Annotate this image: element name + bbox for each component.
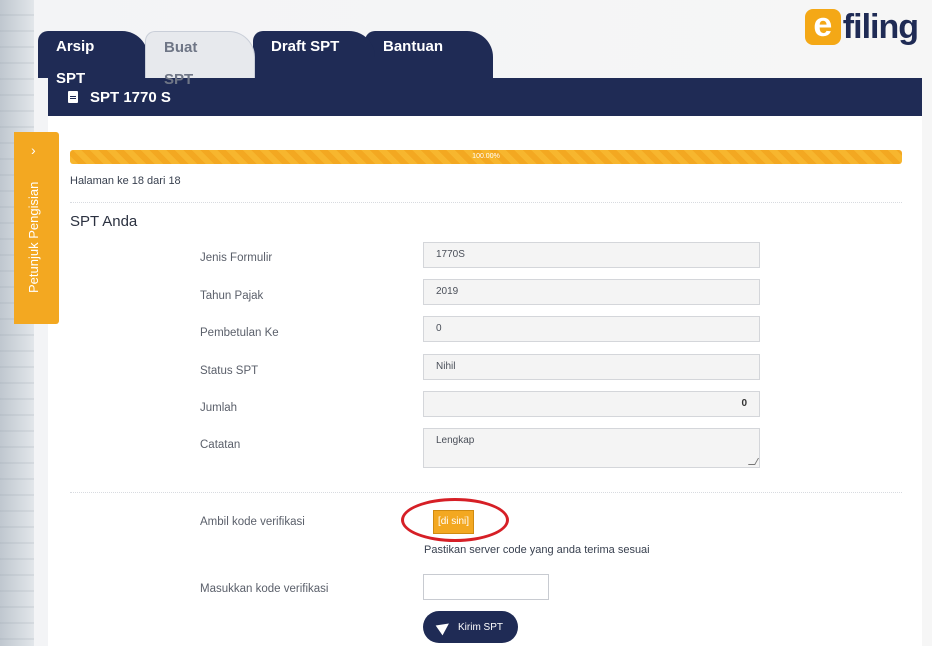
petunjuk-pengisian-tab[interactable]: › Petunjuk Pengisian — [14, 132, 59, 324]
chevron-right-icon: › — [31, 142, 36, 158]
divider — [70, 492, 902, 493]
tab-bantuan[interactable]: Bantuan — [365, 31, 493, 78]
label-tahun-pajak: Tahun Pajak — [200, 290, 264, 302]
label-jumlah: Jumlah — [200, 402, 238, 414]
send-spt-button[interactable]: Kirim SPT — [423, 611, 518, 643]
label-masukkan-kode: Masukkan kode verifikasi — [200, 583, 329, 595]
label-ambil-kode: Ambil kode verifikasi — [200, 516, 305, 528]
field-catatan[interactable]: Lengkap — [423, 428, 760, 468]
field-jumlah: 0 — [423, 391, 760, 417]
paper-plane-icon — [435, 618, 453, 636]
tab-draft-spt[interactable]: Draft SPT — [253, 31, 375, 78]
label-status-spt: Status SPT — [200, 365, 259, 377]
logo-e-mark: e — [804, 8, 841, 45]
page-info: Halaman ke 18 dari 18 — [70, 175, 181, 187]
efiling-logo: e filing — [804, 4, 919, 50]
logo-text: filing — [842, 7, 919, 46]
main-panel: SPT 1770 S 100.00% Halaman ke 18 dari 18… — [48, 78, 922, 646]
side-tab-label: Petunjuk Pengisian — [26, 181, 41, 294]
field-status-spt: Nihil — [423, 354, 760, 380]
progress-label: 100.00% — [472, 153, 500, 160]
field-pembetulan-ke: 0 — [423, 316, 760, 342]
label-catatan: Catatan — [200, 439, 241, 451]
label-pembetulan-ke: Pembetulan Ke — [200, 327, 279, 339]
resize-grip-icon[interactable] — [747, 458, 760, 465]
field-jenis-formulir: 1770S — [423, 242, 760, 268]
verification-code-input[interactable] — [423, 574, 549, 600]
tab-arsip-spt[interactable]: Arsip SPT — [38, 31, 148, 87]
field-tahun-pajak: 2019 — [423, 279, 760, 305]
divider — [70, 202, 902, 203]
highlight-circle — [401, 498, 509, 542]
send-spt-label: Kirim SPT — [458, 621, 503, 633]
progress-bar: 100.00% — [70, 150, 902, 164]
section-title: SPT Anda — [70, 213, 138, 230]
panel-title: SPT 1770 S — [90, 88, 171, 106]
tab-bar: Arsip SPT Buat SPT Draft SPT Bantuan — [38, 18, 558, 88]
tab-buat-spt[interactable]: Buat SPT — [145, 31, 255, 88]
label-jenis-formulir: Jenis Formulir — [200, 252, 273, 264]
catatan-value: Lengkap — [436, 435, 475, 446]
verification-note: Pastikan server code yang anda terima se… — [424, 544, 650, 556]
